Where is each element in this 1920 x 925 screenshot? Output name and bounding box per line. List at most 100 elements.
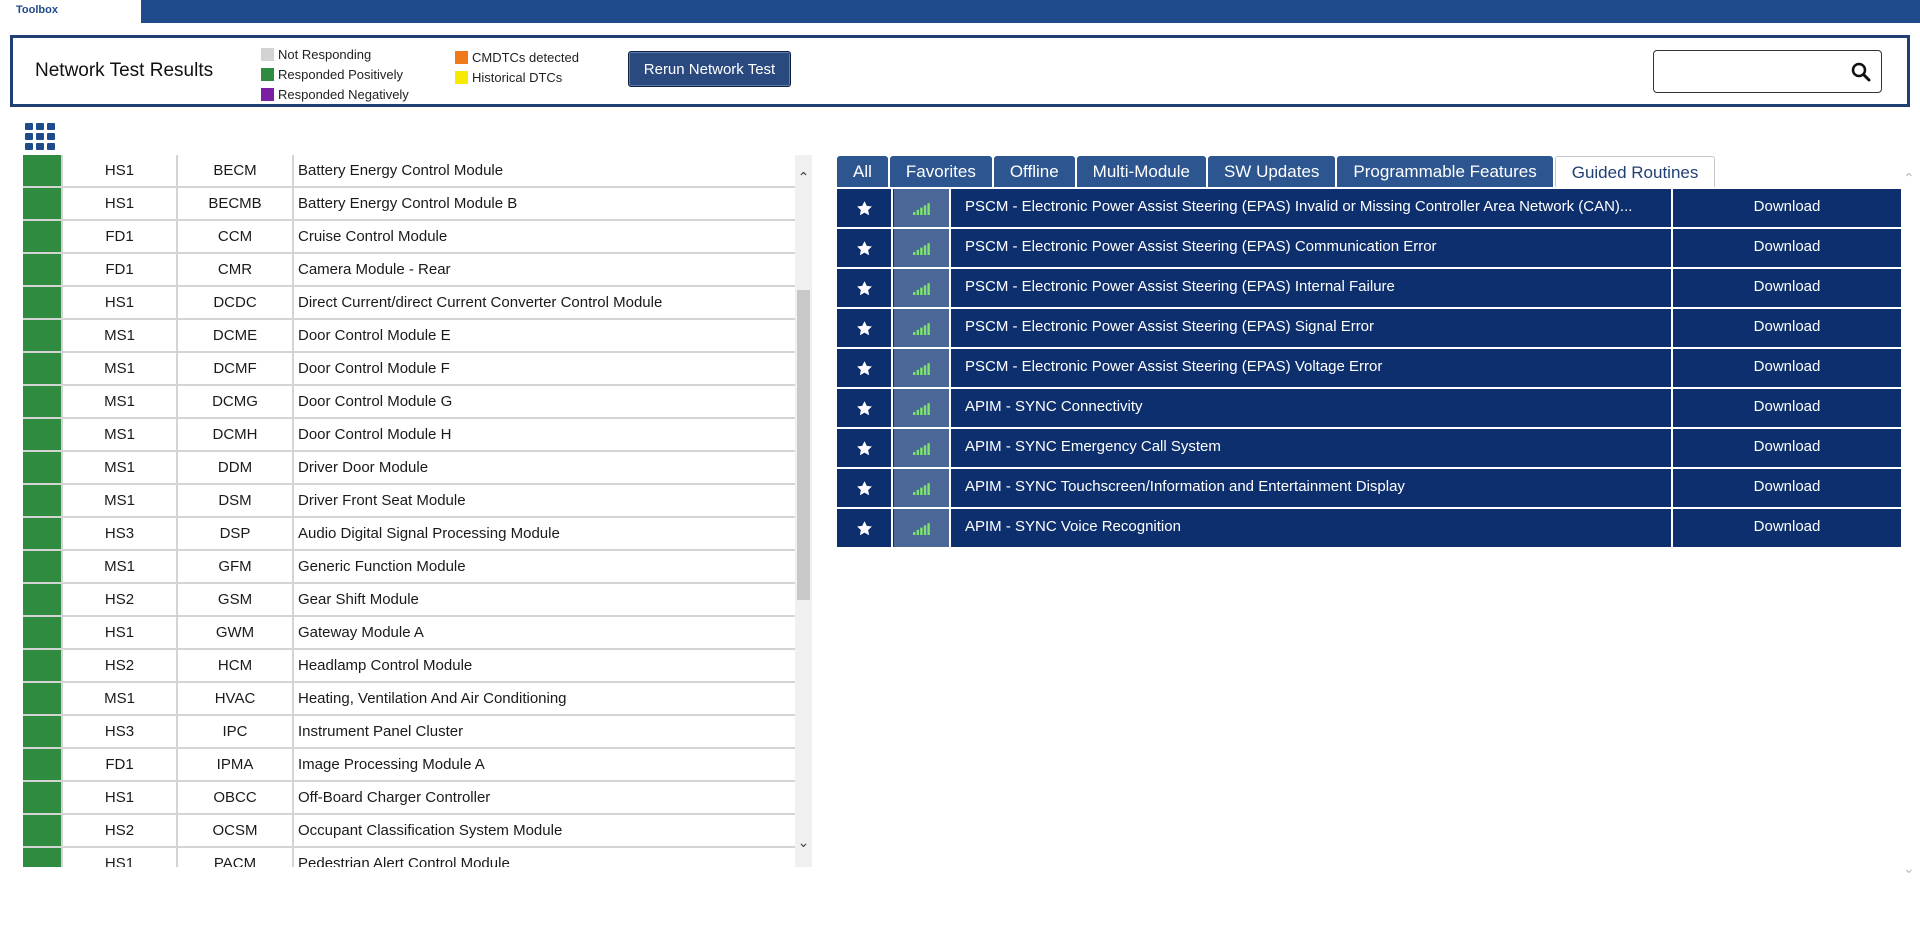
download-button[interactable]: Download <box>1673 509 1901 547</box>
signal-icon <box>912 362 930 375</box>
favorite-star-button[interactable] <box>837 429 893 467</box>
tab-sw-updates[interactable]: SW Updates <box>1207 156 1336 187</box>
right-scroll-up-icon[interactable]: ⌃ <box>1903 170 1915 187</box>
right-scroll-down-icon[interactable]: ⌄ <box>1903 860 1915 877</box>
toolbox-tab[interactable]: Toolbox <box>0 0 141 23</box>
tab-all[interactable]: All <box>837 156 888 187</box>
table-row[interactable]: FD1 CMR Camera Module - Rear <box>23 254 795 287</box>
table-row[interactable]: MS1 DDM Driver Door Module <box>23 452 795 485</box>
table-row[interactable]: HS2 HCM Headlamp Control Module <box>23 650 795 683</box>
module-code: CCM <box>178 221 294 252</box>
download-button[interactable]: Download <box>1673 189 1901 227</box>
download-button[interactable]: Download <box>1673 469 1901 507</box>
tab-guided-routines[interactable]: Guided Routines <box>1554 156 1716 187</box>
module-name: Generic Function Module <box>298 558 466 575</box>
star-icon <box>856 480 872 495</box>
routine-row[interactable]: PSCM - Electronic Power Assist Steering … <box>837 229 1901 267</box>
signal-strength <box>894 429 951 467</box>
routine-row[interactable]: PSCM - Electronic Power Assist Steering … <box>837 269 1901 307</box>
legend-swatch <box>261 47 274 61</box>
grid-icon[interactable] <box>25 123 55 150</box>
routine-row[interactable]: PSCM - Electronic Power Assist Steering … <box>837 189 1901 227</box>
search-input[interactable] <box>1653 50 1882 93</box>
table-row[interactable]: HS3 DSP Audio Digital Signal Processing Mo… <box>23 518 795 551</box>
table-row[interactable]: HS2 OCSM Occupant Classification System Mo… <box>23 815 795 848</box>
star-icon <box>856 520 872 535</box>
download-button[interactable]: Download <box>1673 269 1901 307</box>
table-row[interactable]: HS1 DCDC Direct Current/direct Current Con… <box>23 287 795 320</box>
routine-title: APIM - SYNC Touchscreen/Information and … <box>965 478 1405 495</box>
table-row[interactable]: MS1 HVAC Heating, Ventilation And Air Cond… <box>23 683 795 716</box>
module-bus: FD1 <box>61 221 178 252</box>
table-row[interactable]: FD1 IPMA Image Processing Module A <box>23 749 795 782</box>
routine-row[interactable]: APIM - SYNC Emergency Call System Downloa… <box>837 429 1901 467</box>
module-code: BECM <box>178 155 294 186</box>
table-row[interactable]: HS1 OBCC Off-Board Charger Controller <box>23 782 795 815</box>
status-indicator <box>23 353 61 384</box>
favorite-star-button[interactable] <box>837 389 893 427</box>
download-button[interactable]: Download <box>1673 229 1901 267</box>
module-bus: FD1 <box>61 254 178 285</box>
download-button[interactable]: Download <box>1673 349 1901 387</box>
table-row[interactable]: MS1 DCMG Door Control Module G <box>23 386 795 419</box>
table-row[interactable]: MS1 DSM Driver Front Seat Module <box>23 485 795 518</box>
favorite-star-button[interactable] <box>837 469 893 507</box>
routine-title: PSCM - Electronic Power Assist Steering … <box>965 318 1375 335</box>
module-bus: HS1 <box>61 155 178 186</box>
status-indicator <box>23 188 61 219</box>
tab-favorites[interactable]: Favorites <box>889 156 992 187</box>
table-row[interactable]: HS2 GSM Gear Shift Module <box>23 584 795 617</box>
scroll-down-icon[interactable]: ⌄ <box>796 835 811 850</box>
module-name: Off-Board Charger Controller <box>298 789 491 806</box>
module-code: DSM <box>178 485 294 516</box>
tab-programmable-features[interactable]: Programmable Features <box>1337 156 1553 187</box>
routine-row[interactable]: PSCM - Electronic Power Assist Steering … <box>837 349 1901 387</box>
routine-row[interactable]: APIM - SYNC Touchscreen/Information and … <box>837 469 1901 507</box>
download-button[interactable]: Download <box>1673 429 1901 467</box>
table-row[interactable]: HS1 BECM Battery Energy Control Module <box>23 155 795 188</box>
signal-icon <box>912 242 930 255</box>
tab-offline[interactable]: Offline <box>993 156 1075 187</box>
search-icon[interactable] <box>1851 62 1871 82</box>
table-row[interactable]: MS1 DCME Door Control Module E <box>23 320 795 353</box>
routine-row[interactable]: APIM - SYNC Connectivity Download <box>837 389 1901 427</box>
module-code: GWM <box>178 617 294 648</box>
module-list: HS1 BECM Battery Energy Control Module HS1 B… <box>23 155 795 867</box>
favorite-star-button[interactable] <box>837 309 893 347</box>
routine-row[interactable]: PSCM - Electronic Power Assist Steering … <box>837 309 1901 347</box>
favorite-star-button[interactable] <box>837 349 893 387</box>
module-list-scrollbar[interactable]: ⌃ ⌄ <box>795 155 812 867</box>
status-indicator <box>23 485 61 516</box>
status-indicator <box>23 617 61 648</box>
signal-icon <box>912 482 930 495</box>
favorite-star-button[interactable] <box>837 509 893 547</box>
favorite-star-button[interactable] <box>837 269 893 307</box>
rerun-network-test-button[interactable]: Rerun Network Test <box>628 51 791 87</box>
download-button[interactable]: Download <box>1673 389 1901 427</box>
module-bus: HS3 <box>61 518 178 549</box>
table-row[interactable]: HS1 BECMB Battery Energy Control Module B <box>23 188 795 221</box>
signal-icon <box>912 202 930 215</box>
status-indicator <box>23 518 61 549</box>
favorite-star-button[interactable] <box>837 229 893 267</box>
download-button[interactable]: Download <box>1673 309 1901 347</box>
scrollbar-thumb[interactable] <box>797 290 810 600</box>
table-row[interactable]: MS1 DCMF Door Control Module F <box>23 353 795 386</box>
tab-multi-module[interactable]: Multi-Module <box>1076 156 1206 187</box>
scroll-up-icon[interactable]: ⌃ <box>796 170 811 185</box>
legend-right: CMDTCs detected Historical DTCs <box>455 47 579 87</box>
table-row[interactable]: HS1 PACM Pedestrian Alert Control Module <box>23 848 795 867</box>
module-bus: HS1 <box>61 287 178 318</box>
module-code: IPMA <box>178 749 294 780</box>
legend-label: Historical DTCs <box>472 69 563 85</box>
table-row[interactable]: MS1 GFM Generic Function Module <box>23 551 795 584</box>
table-row[interactable]: HS1 GWM Gateway Module A <box>23 617 795 650</box>
routine-row[interactable]: APIM - SYNC Voice Recognition Download <box>837 509 1901 547</box>
module-bus: HS2 <box>61 584 178 615</box>
table-row[interactable]: HS3 IPC Instrument Panel Cluster <box>23 716 795 749</box>
table-row[interactable]: FD1 CCM Cruise Control Module <box>23 221 795 254</box>
favorite-star-button[interactable] <box>837 189 893 227</box>
module-name: Gear Shift Module <box>298 591 419 608</box>
table-row[interactable]: MS1 DCMH Door Control Module H <box>23 419 795 452</box>
module-code: PACM <box>178 848 294 867</box>
